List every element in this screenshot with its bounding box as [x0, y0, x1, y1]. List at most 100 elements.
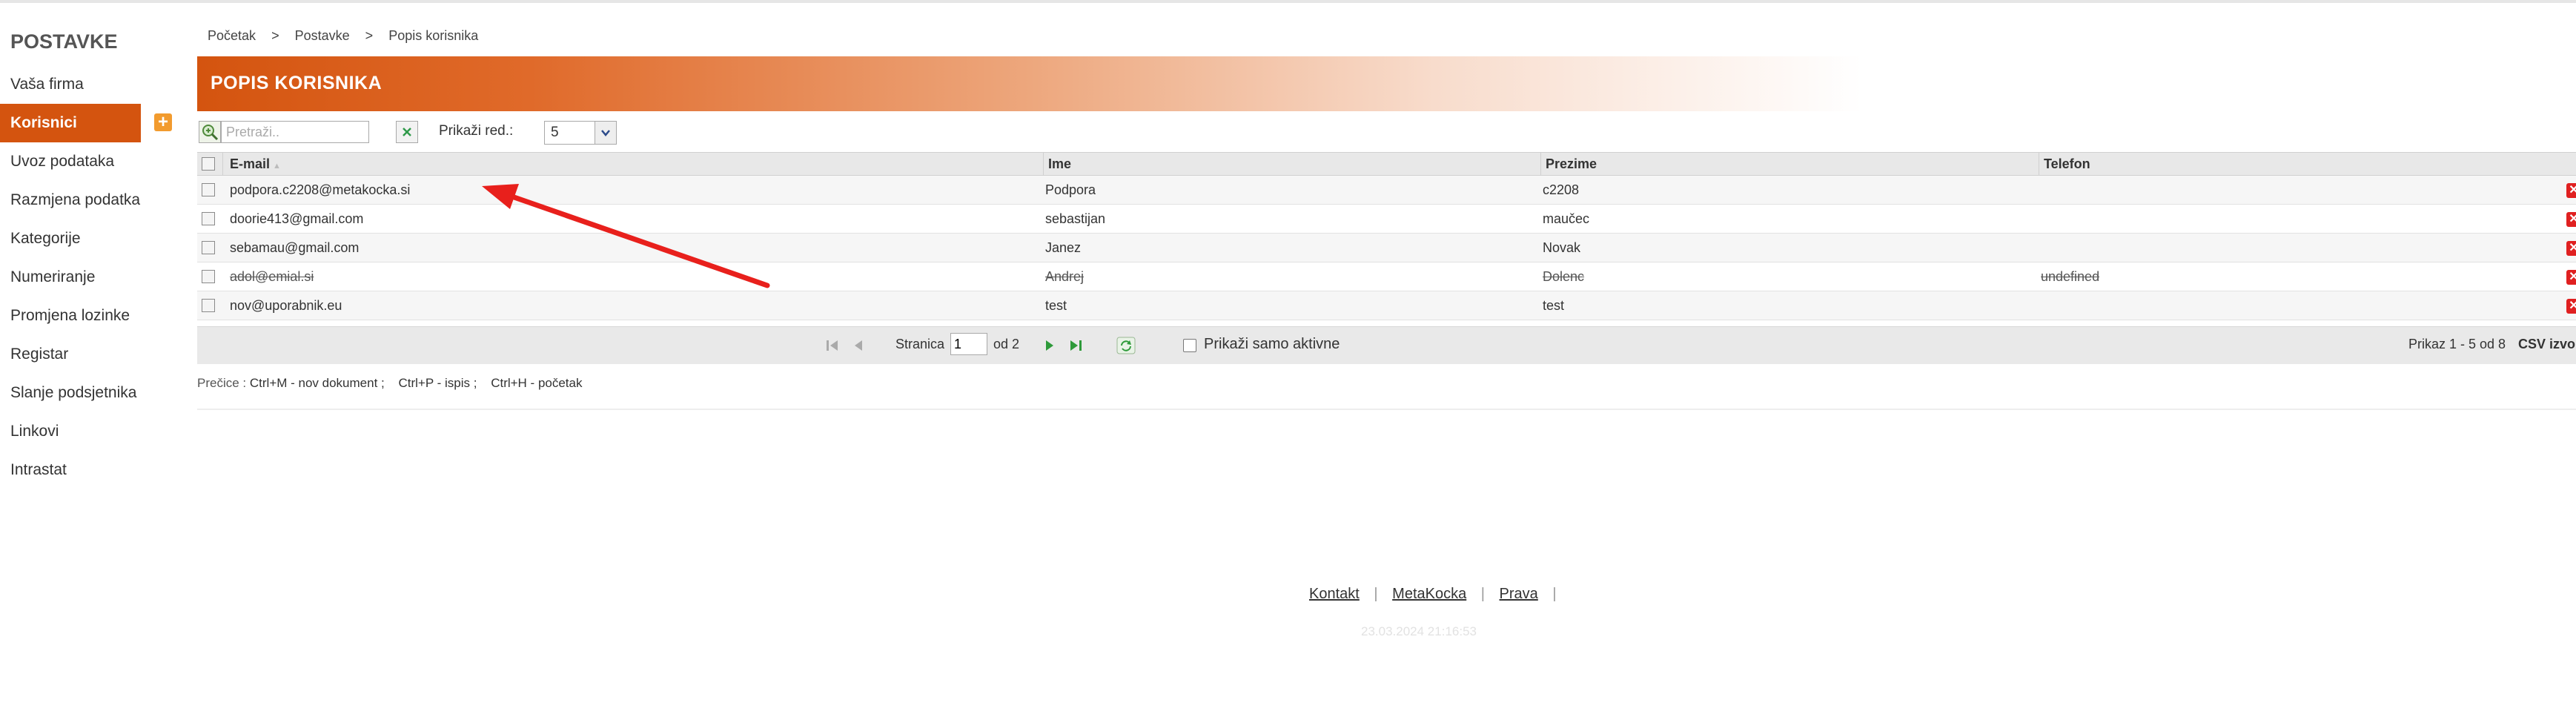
cell-email[interactable]: podpora.c2208@metakocka.si	[230, 176, 410, 204]
pager: Stranica od 2 Prikaži samo aktivne Prika…	[197, 326, 2576, 364]
sidebar-item-promjena-lozinke[interactable]: Promjena lozinke	[0, 297, 193, 335]
rows-per-page-value: 5	[551, 125, 559, 140]
active-only-label[interactable]: Prikaži samo aktivne	[1204, 336, 1340, 353]
delete-icon[interactable]: ✕	[2566, 183, 2576, 198]
add-user-button[interactable]: +	[154, 113, 172, 131]
divider	[197, 409, 2576, 410]
chevron-down-icon[interactable]	[595, 122, 616, 144]
top-border	[0, 0, 2576, 3]
rows-per-page-label: Prikaži red.:	[439, 123, 514, 139]
row-checkbox[interactable]	[202, 299, 215, 312]
delete-icon[interactable]: ✕	[2566, 241, 2576, 256]
sidebar-item-label: Korisnici	[10, 114, 77, 131]
settings-sidebar: POSTAVKE Vaša firma Korisnici + Uvoz pod…	[0, 25, 193, 489]
shortcut-new-document: Ctrl+M - nov dokument ;	[249, 376, 385, 390]
cell-ime: test	[1045, 298, 1067, 313]
refresh-icon[interactable]	[1116, 337, 1136, 354]
previous-page-icon[interactable]	[851, 338, 867, 353]
sidebar-item-intrastat[interactable]: Intrastat	[0, 451, 193, 489]
clear-search-icon[interactable]	[396, 121, 418, 143]
sidebar-item-numeriranje[interactable]: Numeriranje	[0, 258, 193, 297]
cell-ime: Andrej	[1045, 269, 1085, 284]
delete-icon[interactable]: ✕	[2566, 270, 2576, 285]
cell-prezime: Novak	[1543, 240, 1581, 255]
search-input[interactable]	[221, 121, 369, 143]
sidebar-item-linkovi[interactable]: Linkovi	[0, 412, 193, 451]
cell-email[interactable]: adol@emial.si	[230, 262, 314, 291]
row-checkbox[interactable]	[202, 241, 215, 254]
footer: Kontakt | MetaKocka | Prava |	[1309, 586, 1567, 603]
breadcrumb-separator: >	[271, 28, 279, 43]
page-label: Stranica	[895, 337, 945, 351]
table-row[interactable]: nov@uporabnik.eu test test ✕	[197, 291, 2576, 320]
cell-ime: sebastijan	[1045, 211, 1106, 226]
rows-per-page-select[interactable]: 5	[544, 121, 617, 145]
table-header: E-mail ▲ Ime Prezime Telefon	[197, 152, 2576, 176]
sidebar-item-razmjena-podatka[interactable]: Razmjena podatka	[0, 181, 193, 219]
page-header: POPIS KORISNIKA	[197, 56, 2576, 111]
table-row[interactable]: adol@emial.si Andrej Dolenc undefined ✕	[197, 262, 2576, 291]
csv-export-button[interactable]: CSV izvo	[2518, 337, 2575, 352]
cell-ime: Janez	[1045, 240, 1082, 255]
column-telefon[interactable]: Telefon	[2039, 153, 2090, 175]
sidebar-item-registar[interactable]: Registar	[0, 335, 193, 374]
breadcrumb: Početak > Postavke > Popis korisnika	[208, 28, 478, 44]
users-table: E-mail ▲ Ime Prezime Telefon podpora.c220…	[197, 152, 2576, 320]
table-row[interactable]: sebamau@gmail.com Janez Novak ✕	[197, 234, 2576, 262]
active-only-checkbox[interactable]	[1183, 339, 1196, 352]
column-email[interactable]: E-mail ▲	[230, 153, 281, 175]
page-number-input[interactable]	[950, 333, 987, 355]
footer-link-kontakt[interactable]: Kontakt	[1309, 586, 1360, 602]
breadcrumb-settings[interactable]: Postavke	[295, 28, 350, 43]
page-title: POPIS KORISNIKA	[211, 73, 383, 93]
shortcuts-label: Prečice :	[197, 376, 247, 390]
cell-email[interactable]: nov@uporabnik.eu	[230, 291, 342, 320]
column-email-label: E-mail	[230, 156, 271, 171]
delete-icon[interactable]: ✕	[2566, 299, 2576, 314]
cell-prezime: test	[1543, 298, 1565, 313]
cell-email[interactable]: doorie413@gmail.com	[230, 205, 363, 233]
select-all-checkbox[interactable]	[202, 157, 215, 171]
row-checkbox[interactable]	[202, 270, 215, 283]
shortcut-print: Ctrl+P - ispis ;	[398, 376, 477, 390]
footer-separator: |	[1552, 586, 1557, 602]
sidebar-item-slanje-podsjetnika[interactable]: Slanje podsjetnika	[0, 374, 193, 412]
shortcut-home: Ctrl+H - početak	[491, 376, 583, 390]
sidebar-item-vasa-firma[interactable]: Vaša firma	[0, 65, 193, 104]
records-count: Prikaz 1 - 5 od 8	[2408, 337, 2506, 351]
sidebar-item-uvoz-podataka[interactable]: Uvoz podataka	[0, 142, 193, 181]
page-total: od 2	[993, 337, 1020, 351]
sidebar-item-korisnici[interactable]: Korisnici +	[0, 104, 172, 142]
cell-email[interactable]: sebamau@gmail.com	[230, 234, 359, 262]
first-page-icon[interactable]	[824, 338, 841, 353]
last-page-icon[interactable]	[1067, 338, 1084, 353]
breadcrumb-home[interactable]: Početak	[208, 28, 256, 43]
row-checkbox[interactable]	[202, 212, 215, 225]
table-row[interactable]: doorie413@gmail.com sebastijan maučec ✕	[197, 205, 2576, 234]
cell-prezime: Dolenc	[1543, 269, 1585, 284]
table-row[interactable]: podpora.c2208@metakocka.si Podpora c2208…	[197, 176, 2576, 205]
column-ime[interactable]: Ime	[1043, 153, 1071, 175]
sidebar-item-kategorije[interactable]: Kategorije	[0, 219, 193, 258]
cell-prezime: maučec	[1543, 211, 1590, 226]
footer-link-metakocka[interactable]: MetaKocka	[1392, 586, 1466, 602]
breadcrumb-separator: >	[365, 28, 374, 43]
column-divider	[222, 153, 223, 175]
row-checkbox[interactable]	[202, 183, 215, 196]
footer-timestamp: 23.03.2024 21:16:53	[1361, 624, 1477, 638]
footer-link-prava[interactable]: Prava	[1500, 586, 1538, 602]
delete-icon[interactable]: ✕	[2566, 212, 2576, 227]
cell-telefon: undefined	[2041, 269, 2100, 284]
cell-prezime: c2208	[1543, 182, 1580, 197]
grid-toolbar: Prikaži red.: 5	[197, 119, 938, 148]
column-prezime[interactable]: Prezime	[1540, 153, 1597, 175]
breadcrumb-current: Popis korisnika	[388, 28, 479, 43]
cell-ime: Podpora	[1045, 182, 1096, 197]
keyboard-shortcuts: Prečice : Ctrl+M - nov dokument ; Ctrl+P…	[197, 376, 592, 391]
next-page-icon[interactable]	[1041, 338, 1057, 353]
footer-separator: |	[1374, 586, 1378, 602]
sort-asc-icon: ▲	[273, 162, 281, 171]
search-icon[interactable]	[199, 121, 221, 143]
footer-separator: |	[1480, 586, 1485, 602]
sidebar-title: POSTAVKE	[10, 30, 118, 53]
